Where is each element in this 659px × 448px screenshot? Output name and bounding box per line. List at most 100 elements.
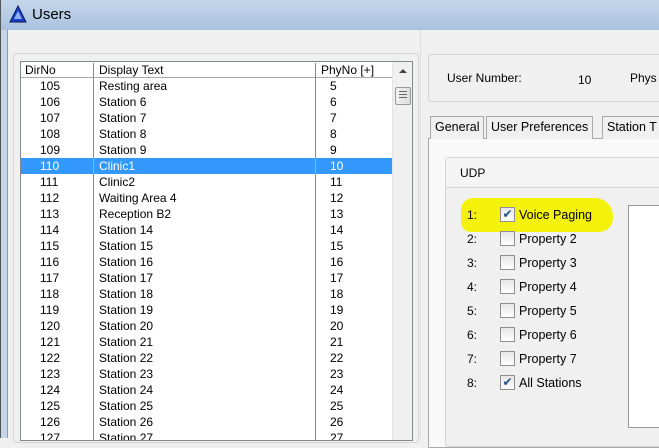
cell-display-text: Station 27 [94, 430, 316, 440]
property-number: 6: [467, 328, 478, 342]
users-list[interactable]: DirNo Display Text PhyNo [+] 105 Resting … [20, 61, 413, 441]
table-row[interactable]: 108 Station 8 8 [21, 126, 393, 142]
table-row[interactable]: 125 Station 25 25 [21, 398, 393, 414]
cell-phyno: 9 [330, 143, 337, 157]
property-label[interactable]: Property 6 [519, 328, 577, 342]
cell-phyno: 25 [330, 399, 344, 413]
table-row[interactable]: 106 Station 6 6 [21, 94, 393, 110]
cell-phyno: 6 [330, 95, 337, 109]
cell-dirno: 107 [21, 110, 94, 126]
property-checkbox[interactable] [500, 327, 515, 342]
table-row[interactable]: 115 Station 15 15 [21, 238, 393, 254]
property-checkbox[interactable]: ✔ [500, 207, 515, 222]
cell-dirno: 108 [21, 126, 94, 142]
cell-display-text: Clinic2 [94, 174, 316, 190]
cell-phyno: 16 [330, 255, 344, 269]
property-number: 8: [467, 376, 478, 390]
cell-display-text: Station 15 [94, 238, 316, 254]
property-label[interactable]: All Stations [519, 376, 582, 390]
cell-display-text: Clinic1 [94, 158, 316, 174]
cell-dirno: 127 [21, 430, 94, 440]
property-number: 3: [467, 256, 478, 270]
cell-phyno: 17 [330, 271, 344, 285]
user-number-value: 10 [578, 73, 592, 87]
table-row[interactable]: 117 Station 17 17 [21, 270, 393, 286]
table-row[interactable]: 122 Station 22 22 [21, 350, 393, 366]
table-row[interactable]: 120 Station 20 20 [21, 318, 393, 334]
table-row[interactable]: 126 Station 26 26 [21, 414, 393, 430]
cell-phyno: 12 [330, 191, 344, 205]
property-label[interactable]: Property 5 [519, 304, 577, 318]
scroll-thumb[interactable] [395, 87, 411, 105]
property-label[interactable]: Property 4 [519, 280, 577, 294]
cell-phyno: 15 [330, 239, 344, 253]
vertical-scrollbar[interactable] [392, 62, 412, 440]
cell-dirno: 125 [21, 398, 94, 414]
property-label[interactable]: Property 7 [519, 352, 577, 366]
cell-dirno: 124 [21, 382, 94, 398]
cell-display-text: Station 6 [94, 94, 316, 110]
cell-display-text: Station 17 [94, 270, 316, 286]
cell-phyno: 26 [330, 415, 344, 429]
table-row[interactable]: 119 Station 19 19 [21, 302, 393, 318]
cell-dirno: 115 [21, 238, 94, 254]
table-row[interactable]: 124 Station 24 24 [21, 382, 393, 398]
property-checkbox[interactable] [500, 231, 515, 246]
cell-phyno: 24 [330, 383, 344, 397]
table-row[interactable]: 121 Station 21 21 [21, 334, 393, 350]
table-row[interactable]: 123 Station 23 23 [21, 366, 393, 382]
cell-dirno: 120 [21, 318, 94, 334]
column-header-dirno[interactable]: DirNo [21, 63, 94, 79]
cell-phyno: 22 [330, 351, 344, 365]
cell-display-text: Waiting Area 4 [94, 190, 316, 206]
udp-list-box[interactable] [628, 205, 659, 428]
tab-station[interactable]: Station T [602, 116, 659, 139]
column-header-display-text[interactable]: Display Text [94, 63, 316, 79]
property-number: 5: [467, 304, 478, 318]
title-bar: Users [0, 0, 659, 30]
cell-display-text: Station 25 [94, 398, 316, 414]
cell-display-text: Station 9 [94, 142, 316, 158]
table-row[interactable]: 113 Reception B2 13 [21, 206, 393, 222]
table-row[interactable]: 111 Clinic2 11 [21, 174, 393, 190]
cell-phyno: 20 [330, 319, 344, 333]
window-frame [0, 30, 8, 438]
cell-phyno: 8 [330, 127, 337, 141]
property-label[interactable]: Property 2 [519, 232, 577, 246]
cell-phyno: 14 [330, 223, 344, 237]
property-checkbox[interactable] [500, 303, 515, 318]
table-row[interactable]: 109 Station 9 9 [21, 142, 393, 158]
property-number: 1: [467, 208, 478, 222]
tab-user-preferences[interactable]: User Preferences [486, 116, 594, 139]
cell-display-text: Station 7 [94, 110, 316, 126]
cell-display-text: Station 26 [94, 414, 316, 430]
tab-general[interactable]: General [430, 116, 485, 139]
property-checkbox[interactable] [500, 279, 515, 294]
cell-phyno: 10 [330, 159, 344, 173]
cell-phyno: 19 [330, 303, 344, 317]
table-row[interactable]: 116 Station 16 16 [21, 254, 393, 270]
splitter[interactable] [420, 30, 421, 438]
table-row[interactable]: 110 Clinic1 10 [21, 158, 393, 174]
cell-dirno: 117 [21, 270, 94, 286]
table-row[interactable]: 112 Waiting Area 4 12 [21, 190, 393, 206]
cell-display-text: Station 14 [94, 222, 316, 238]
cell-dirno: 122 [21, 350, 94, 366]
cell-display-text: Station 8 [94, 126, 316, 142]
cell-display-text: Station 23 [94, 366, 316, 382]
table-row[interactable]: 105 Resting area 5 [21, 78, 393, 94]
property-label[interactable]: Voice Paging [519, 208, 592, 222]
property-checkbox[interactable] [500, 255, 515, 270]
property-checkbox[interactable] [500, 351, 515, 366]
table-row[interactable]: 127 Station 27 27 [21, 430, 393, 440]
scroll-up-arrow-icon[interactable] [399, 69, 407, 73]
cell-dirno: 112 [21, 190, 94, 206]
property-label[interactable]: Property 3 [519, 256, 577, 270]
cell-dirno: 119 [21, 302, 94, 318]
property-checkbox[interactable]: ✔ [500, 375, 515, 390]
table-row[interactable]: 118 Station 18 18 [21, 286, 393, 302]
column-header-phyno[interactable]: PhyNo [+] [316, 63, 393, 77]
table-row[interactable]: 107 Station 7 7 [21, 110, 393, 126]
table-row[interactable]: 114 Station 14 14 [21, 222, 393, 238]
cell-dirno: 126 [21, 414, 94, 430]
